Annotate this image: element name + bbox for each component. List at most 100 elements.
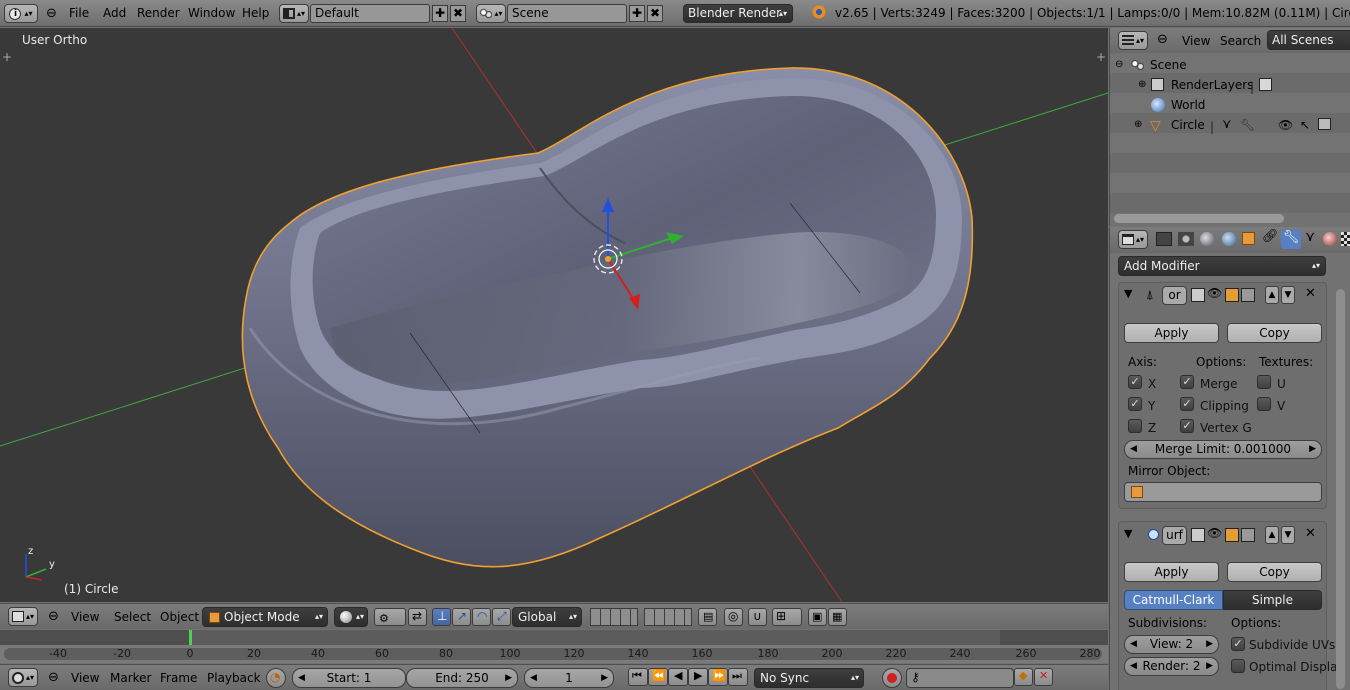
remove-layout-button[interactable]: ✖ — [450, 5, 466, 22]
decrement-icon[interactable]: ◀ — [530, 669, 537, 687]
outliner-list[interactable]: ⊖ Scene ⊕ RenderLayers | World ⊕ ▽ Circl… — [1110, 53, 1350, 213]
scale-toggle[interactable]: ◠ — [472, 608, 491, 626]
axis-x-checkbox[interactable]: ✓ — [1128, 375, 1142, 389]
layers-group-1[interactable] — [590, 608, 638, 626]
merge-checkbox[interactable]: ✓ — [1180, 375, 1194, 389]
prev-keyframe-button[interactable]: ⏪ — [648, 668, 668, 686]
add-layout-button[interactable]: ✚ — [432, 5, 448, 22]
collapse-menu-icon[interactable]: ⊖ — [46, 6, 57, 21]
lock-layers-button[interactable]: ▤ — [698, 608, 717, 626]
screen-layout-browse[interactable]: ▴▾ — [279, 4, 309, 23]
translate-toggle[interactable]: ⊥ — [432, 608, 451, 626]
timeline-area[interactable]: -40 -20 0 20 40 60 80 100 120 140 160 18… — [0, 630, 1108, 663]
decrement-icon[interactable]: ◀ — [1130, 658, 1137, 675]
texture-tab-icon[interactable] — [1341, 232, 1350, 246]
catmull-clark-toggle[interactable]: Catmull-Clark — [1124, 590, 1223, 610]
end-frame-field[interactable]: End: 250 ▶ — [406, 668, 518, 688]
scene-browse[interactable]: ▴▾ — [476, 4, 506, 23]
viewport-canvas[interactable] — [0, 28, 1108, 602]
clipping-checkbox[interactable]: ✓ — [1180, 397, 1194, 411]
mirror-apply-button[interactable]: Apply — [1124, 323, 1219, 343]
preview-range-toggle[interactable]: ◔ — [266, 668, 286, 688]
layers-group-2[interactable] — [644, 608, 692, 626]
expand-icon[interactable]: ⊕ — [1138, 75, 1146, 95]
snap-toggle[interactable]: ∪ — [748, 608, 767, 626]
optimal-display-checkbox[interactable] — [1231, 659, 1245, 673]
add-keying-set-button[interactable]: ◆ — [1014, 668, 1033, 686]
render-layer-icon[interactable] — [1259, 78, 1272, 91]
object-tab-icon[interactable] — [1242, 232, 1255, 245]
subsurf-copy-button[interactable]: Copy — [1227, 562, 1322, 582]
merge-limit-field[interactable]: ◀ Merge Limit: 0.001000 ▶ — [1124, 440, 1322, 459]
3d-viewport[interactable]: z y + + User Ortho (1) Circle — [0, 28, 1108, 602]
editor-type-button[interactable]: ▴▾ — [8, 668, 38, 687]
menu-view[interactable]: View — [71, 610, 99, 624]
shading-dropdown[interactable]: ▴▾ — [334, 607, 368, 627]
cage-toggle-icon[interactable] — [1241, 528, 1255, 542]
render-levels-field[interactable]: ◀ Render: 2 ▶ — [1124, 657, 1219, 676]
remove-modifier-button[interactable]: ✕ — [1305, 286, 1316, 301]
render-toggle-icon[interactable] — [1191, 528, 1205, 542]
menu-view[interactable]: View — [1182, 34, 1210, 48]
editor-type-button[interactable]: ▴▾ — [8, 607, 38, 626]
jump-start-button[interactable]: ⏮ — [628, 668, 648, 686]
record-button[interactable] — [882, 668, 902, 688]
cursor-select-icon[interactable]: ↖ — [1300, 115, 1310, 135]
mesh-data-icon[interactable]: ⋎ — [1222, 115, 1232, 135]
editor-type-button[interactable]: ▴▾ — [1118, 31, 1148, 50]
modifiers-tab-icon[interactable]: 🔧︎ — [1281, 230, 1301, 249]
outliner-item-scene[interactable]: ⊖ Scene — [1110, 55, 1350, 75]
outliner-item-renderlayers[interactable]: ⊕ RenderLayers | — [1110, 75, 1350, 95]
wrench-icon[interactable]: 🔧︎ — [1240, 115, 1255, 135]
mode-dropdown[interactable]: Object Mode ▴▾ — [202, 607, 328, 627]
remove-keying-set-button[interactable]: ✕ — [1034, 668, 1053, 686]
rotate-toggle[interactable]: ↗ — [452, 608, 471, 626]
modifier-name-field[interactable]: or — [1162, 286, 1187, 305]
menu-render[interactable]: Render — [137, 6, 180, 20]
play-button[interactable]: ▶ — [688, 668, 708, 686]
menu-view[interactable]: View — [71, 671, 99, 685]
move-up-button[interactable]: ▲ — [1265, 526, 1279, 544]
edit-mode-toggle-icon[interactable] — [1225, 288, 1239, 302]
display-mode-dropdown[interactable]: All Scenes — [1267, 30, 1350, 50]
current-frame-field[interactable]: ◀ 1 ▶ — [524, 668, 614, 688]
move-down-button[interactable]: ▼ — [1281, 286, 1295, 304]
remove-modifier-button[interactable]: ✕ — [1305, 526, 1316, 541]
expand-icon[interactable]: ⊕ — [1134, 115, 1142, 135]
pivot-dropdown[interactable]: ⚙ — [374, 608, 406, 626]
start-frame-field[interactable]: ◀ Start: 1 — [292, 668, 406, 688]
properties-scrollbar[interactable] — [1336, 289, 1345, 689]
render-engine-dropdown[interactable]: Blender Render ▴▾ — [683, 4, 793, 23]
scene-tab-icon[interactable] — [1200, 232, 1214, 246]
render-toggle-icon[interactable] — [1191, 288, 1205, 302]
collapse-menu-icon[interactable]: ⊖ — [48, 609, 59, 624]
manipulator-toggle[interactable]: ⇄ — [408, 608, 427, 626]
menu-file[interactable]: File — [69, 6, 89, 20]
snap-element-dropdown[interactable]: ⊞ — [772, 608, 802, 626]
increment-icon[interactable]: ▶ — [505, 669, 512, 687]
timeline-scrollbar[interactable] — [4, 648, 1102, 660]
increment-icon[interactable]: ▶ — [1206, 636, 1213, 653]
current-frame-marker[interactable] — [189, 630, 192, 645]
texture-v-checkbox[interactable] — [1257, 397, 1271, 411]
properties-shelf-toggle-icon[interactable]: + — [1096, 50, 1106, 64]
subdivide-uvs-checkbox[interactable]: ✓ — [1231, 637, 1245, 651]
add-modifier-dropdown[interactable]: Add Modifier ▴▾ — [1118, 256, 1326, 276]
texture-u-checkbox[interactable] — [1257, 375, 1271, 389]
next-keyframe-button[interactable]: ⏩ — [708, 668, 728, 686]
menu-frame[interactable]: Frame — [160, 671, 197, 685]
render-tab-icon[interactable] — [1156, 232, 1172, 246]
transform-toggle[interactable]: ⤢ — [492, 608, 511, 626]
render-layers-tab-icon[interactable] — [1178, 232, 1194, 246]
add-scene-button[interactable]: ✚ — [629, 5, 645, 22]
axis-z-checkbox[interactable] — [1128, 419, 1142, 433]
mirror-object-field[interactable] — [1124, 482, 1322, 502]
move-up-button[interactable]: ▲ — [1265, 286, 1279, 304]
outliner-scrollbar[interactable] — [1114, 214, 1284, 223]
eye-icon[interactable]: 👁︎ — [1207, 526, 1222, 540]
render-opengl-button[interactable]: ▣ — [808, 608, 827, 626]
decrement-icon[interactable]: ◀ — [1130, 441, 1137, 458]
eye-icon[interactable]: 👁︎ — [1278, 115, 1293, 135]
decrement-icon[interactable]: ◀ — [1130, 636, 1137, 653]
decrement-icon[interactable]: ◀ — [298, 669, 305, 687]
